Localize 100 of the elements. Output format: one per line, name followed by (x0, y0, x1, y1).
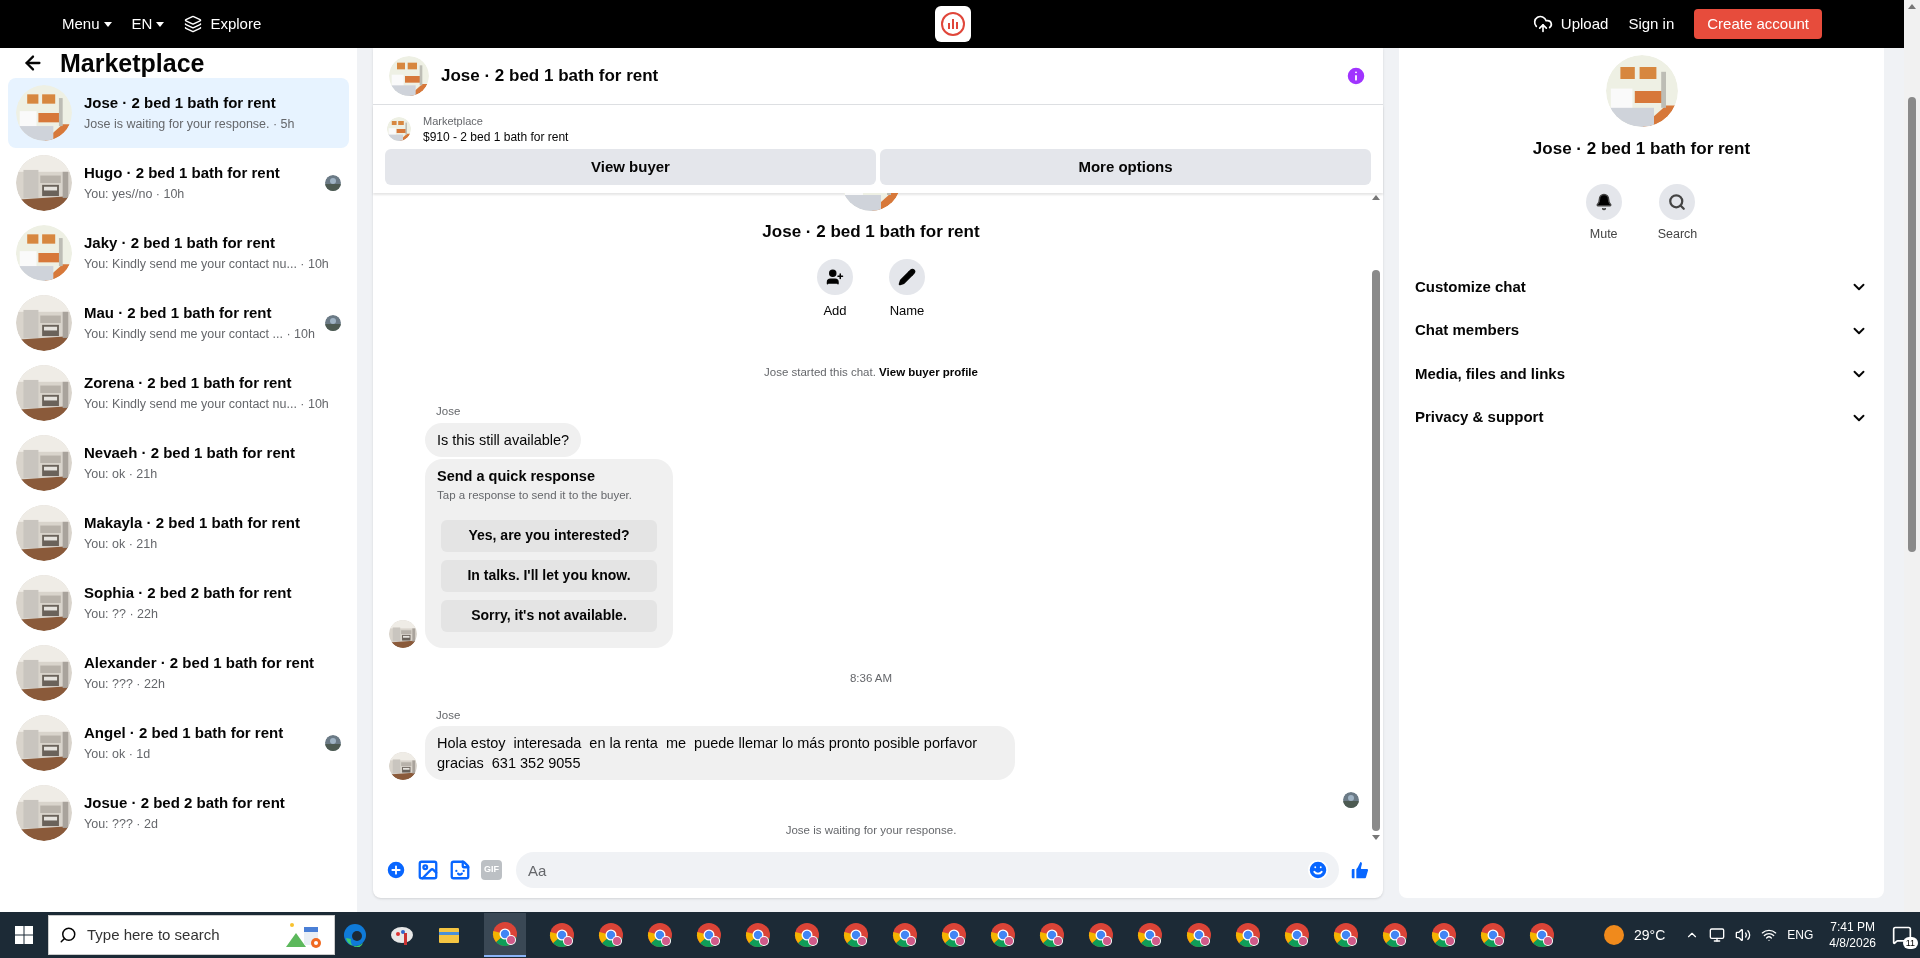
browser-icon[interactable] (492, 921, 518, 947)
chat-notice: Jose started this chat. View buyer profile (764, 365, 978, 380)
message-input[interactable]: Aa (516, 852, 1339, 888)
quick-response-option[interactable]: In talks. I'll let you know. (441, 559, 657, 592)
conversation-item[interactable]: Zorena · 2 bed 1 bath for rent You: Kindly send me your contact nu... · 10h (8, 358, 349, 428)
active-app-icon[interactable] (484, 913, 526, 957)
cloud-upload-icon (1532, 14, 1553, 34)
browser-icon[interactable] (647, 922, 673, 948)
browser-icon[interactable] (1186, 922, 1212, 948)
section-header[interactable]: Chat members (1415, 308, 1868, 353)
emoji-icon[interactable] (1307, 859, 1329, 881)
conversation-item[interactable]: Makayla · 2 bed 1 bath for rent You: ok · 21h (8, 498, 349, 568)
conversation-title: Jose · 2 bed 1 bath for rent (84, 93, 277, 114)
notification-count: 11 (1902, 937, 1918, 949)
action-button[interactable]: View buyer (385, 149, 876, 185)
section-header[interactable]: Media, files and links (1415, 352, 1868, 396)
browser-icon[interactable] (1333, 922, 1359, 948)
quick-response-option[interactable]: Sorry, it's not available. (441, 599, 657, 632)
conversation-preview: You: ??? · 2d (84, 815, 159, 833)
upload-button[interactable]: Upload (1532, 12, 1609, 36)
browser-icon[interactable] (794, 922, 820, 948)
monitor-icon[interactable] (1709, 927, 1726, 943)
message-bubble: Is this still available? (425, 422, 582, 457)
conversation-item[interactable]: Jaky · 2 bed 1 bath for rent You: Kindly send me your contact nu... · 10h (8, 218, 349, 288)
sticker-icon[interactable] (449, 859, 471, 881)
caret-icon (103, 21, 112, 27)
taskbar-search-field[interactable]: Type here to search (48, 915, 335, 955)
pencil-icon (898, 267, 916, 286)
weather-reading[interactable]: 29°C (1634, 924, 1666, 946)
browser-icon[interactable] (1480, 922, 1506, 948)
quick-response-option[interactable]: Yes, are you interested? (441, 519, 657, 552)
conversation-preview: You: Kindly send me your contact nu... · 10h (84, 395, 330, 413)
scroll-up-icon[interactable] (1908, 4, 1916, 9)
edge-icon[interactable] (343, 923, 367, 947)
browser-icon[interactable] (843, 922, 869, 948)
volume-icon[interactable] (1735, 927, 1752, 943)
browser-icon[interactable] (549, 922, 575, 948)
sidebar-title: Marketplace (60, 48, 205, 78)
browser-icon[interactable] (745, 922, 771, 948)
like-icon[interactable] (1349, 859, 1371, 881)
action-button[interactable]: More options (880, 149, 1371, 185)
browser-icon[interactable] (1382, 922, 1408, 948)
browser-icon[interactable] (1137, 922, 1163, 948)
section-header[interactable]: Customize chat (1415, 265, 1868, 309)
conversation-title: Sophia · 2 bed 2 bath for rent (84, 583, 293, 604)
conversation-preview: You: ok · 1d (84, 745, 152, 763)
sign-in-link[interactable]: Sign in (1628, 12, 1675, 36)
conversation-title: Makayla · 2 bed 1 bath for rent (84, 513, 301, 534)
info-icon[interactable] (1345, 65, 1367, 87)
create-account-button[interactable]: Create account (1694, 9, 1822, 39)
conversation-item[interactable]: Josue · 2 bed 2 bath for rent You: ??? · 2d (8, 778, 349, 848)
scroll-up-icon[interactable] (1372, 195, 1380, 200)
browser-icon[interactable] (1039, 922, 1065, 948)
search-icon (1668, 192, 1687, 211)
conversation-item[interactable]: Hugo · 2 bed 1 bath for rent You: yes//no · 10h (8, 148, 349, 218)
browser-icon[interactable] (598, 922, 624, 948)
browser-icon[interactable] (1284, 922, 1310, 948)
conversation-title: Jaky · 2 bed 1 bath for rent (84, 233, 276, 254)
browser-icon[interactable] (1529, 922, 1555, 948)
browser-icon[interactable] (1235, 922, 1261, 948)
conversation-preview: You: Kindly send me your contact nu... · 10h (84, 255, 330, 273)
conversation-item[interactable]: Angel · 2 bed 1 bath for rent You: ok · 1d (8, 708, 349, 778)
conversation-item[interactable]: Alexander · 2 bed 1 bath for rent You: ??? · 22h (8, 638, 349, 708)
clock[interactable]: 7:41 PM 4/8/2026 (1829, 919, 1876, 951)
conversation-item[interactable]: Jose · 2 bed 1 bath for rent Jose is waiting for your response. · 5h (8, 78, 349, 148)
intro-title: Jose · 2 bed 1 bath for rent (762, 221, 980, 243)
conversation-title: Hugo · 2 bed 1 bath for rent (84, 163, 281, 184)
buyer-profile-link[interactable]: View buyer profile (879, 366, 978, 378)
conversation-preview: Jose is waiting for your response. · 5h (84, 115, 296, 133)
browser-icon[interactable] (696, 922, 722, 948)
listing-source: Marketplace (423, 114, 484, 129)
language-indicator[interactable]: ENG (1787, 926, 1814, 944)
conversation-preview: You: ok · 21h (84, 465, 159, 483)
conversation-item[interactable]: Sophia · 2 bed 2 bath for rent You: ?? · 22h (8, 568, 349, 638)
browser-icon[interactable] (941, 922, 967, 948)
section-header[interactable]: Privacy & support (1415, 395, 1868, 440)
weather-icon[interactable] (1604, 925, 1624, 945)
search-icon (59, 926, 77, 944)
conversation-title: Alexander · 2 bed 1 bath for rent (84, 653, 316, 674)
add-icon[interactable] (385, 859, 407, 881)
quick-response-title: Send a quick response (437, 466, 596, 486)
conversation-item[interactable]: Nevaeh · 2 bed 1 bath for rent You: ok · 21h (8, 428, 349, 498)
menu-dropdown[interactable]: Menu (62, 12, 112, 36)
scroll-down-icon[interactable] (1372, 835, 1380, 840)
details-title: Jose · 2 bed 1 bath for rent (1532, 138, 1751, 160)
browser-icon[interactable] (892, 922, 918, 948)
explore-link[interactable]: Explore (184, 12, 262, 36)
logo-icon[interactable] (935, 6, 971, 42)
browser-icon[interactable] (1431, 922, 1457, 948)
network-icon[interactable] (1761, 927, 1778, 943)
conversation-item[interactable]: Mau · 2 bed 1 bath for rent You: Kindly send me your contact ... · 10h (8, 288, 349, 358)
language-dropdown[interactable]: EN (131, 12, 165, 36)
scroll-thumb[interactable] (1372, 270, 1380, 831)
browser-icon[interactable] (990, 922, 1016, 948)
conversation-preview: You: ??? · 22h (84, 675, 166, 693)
browser-icon[interactable] (1088, 922, 1114, 948)
conversation-preview: You: yes//no · 10h (84, 185, 186, 203)
image-icon[interactable] (417, 859, 439, 881)
bell-icon (1594, 192, 1613, 211)
scroll-thumb[interactable] (1908, 97, 1916, 552)
